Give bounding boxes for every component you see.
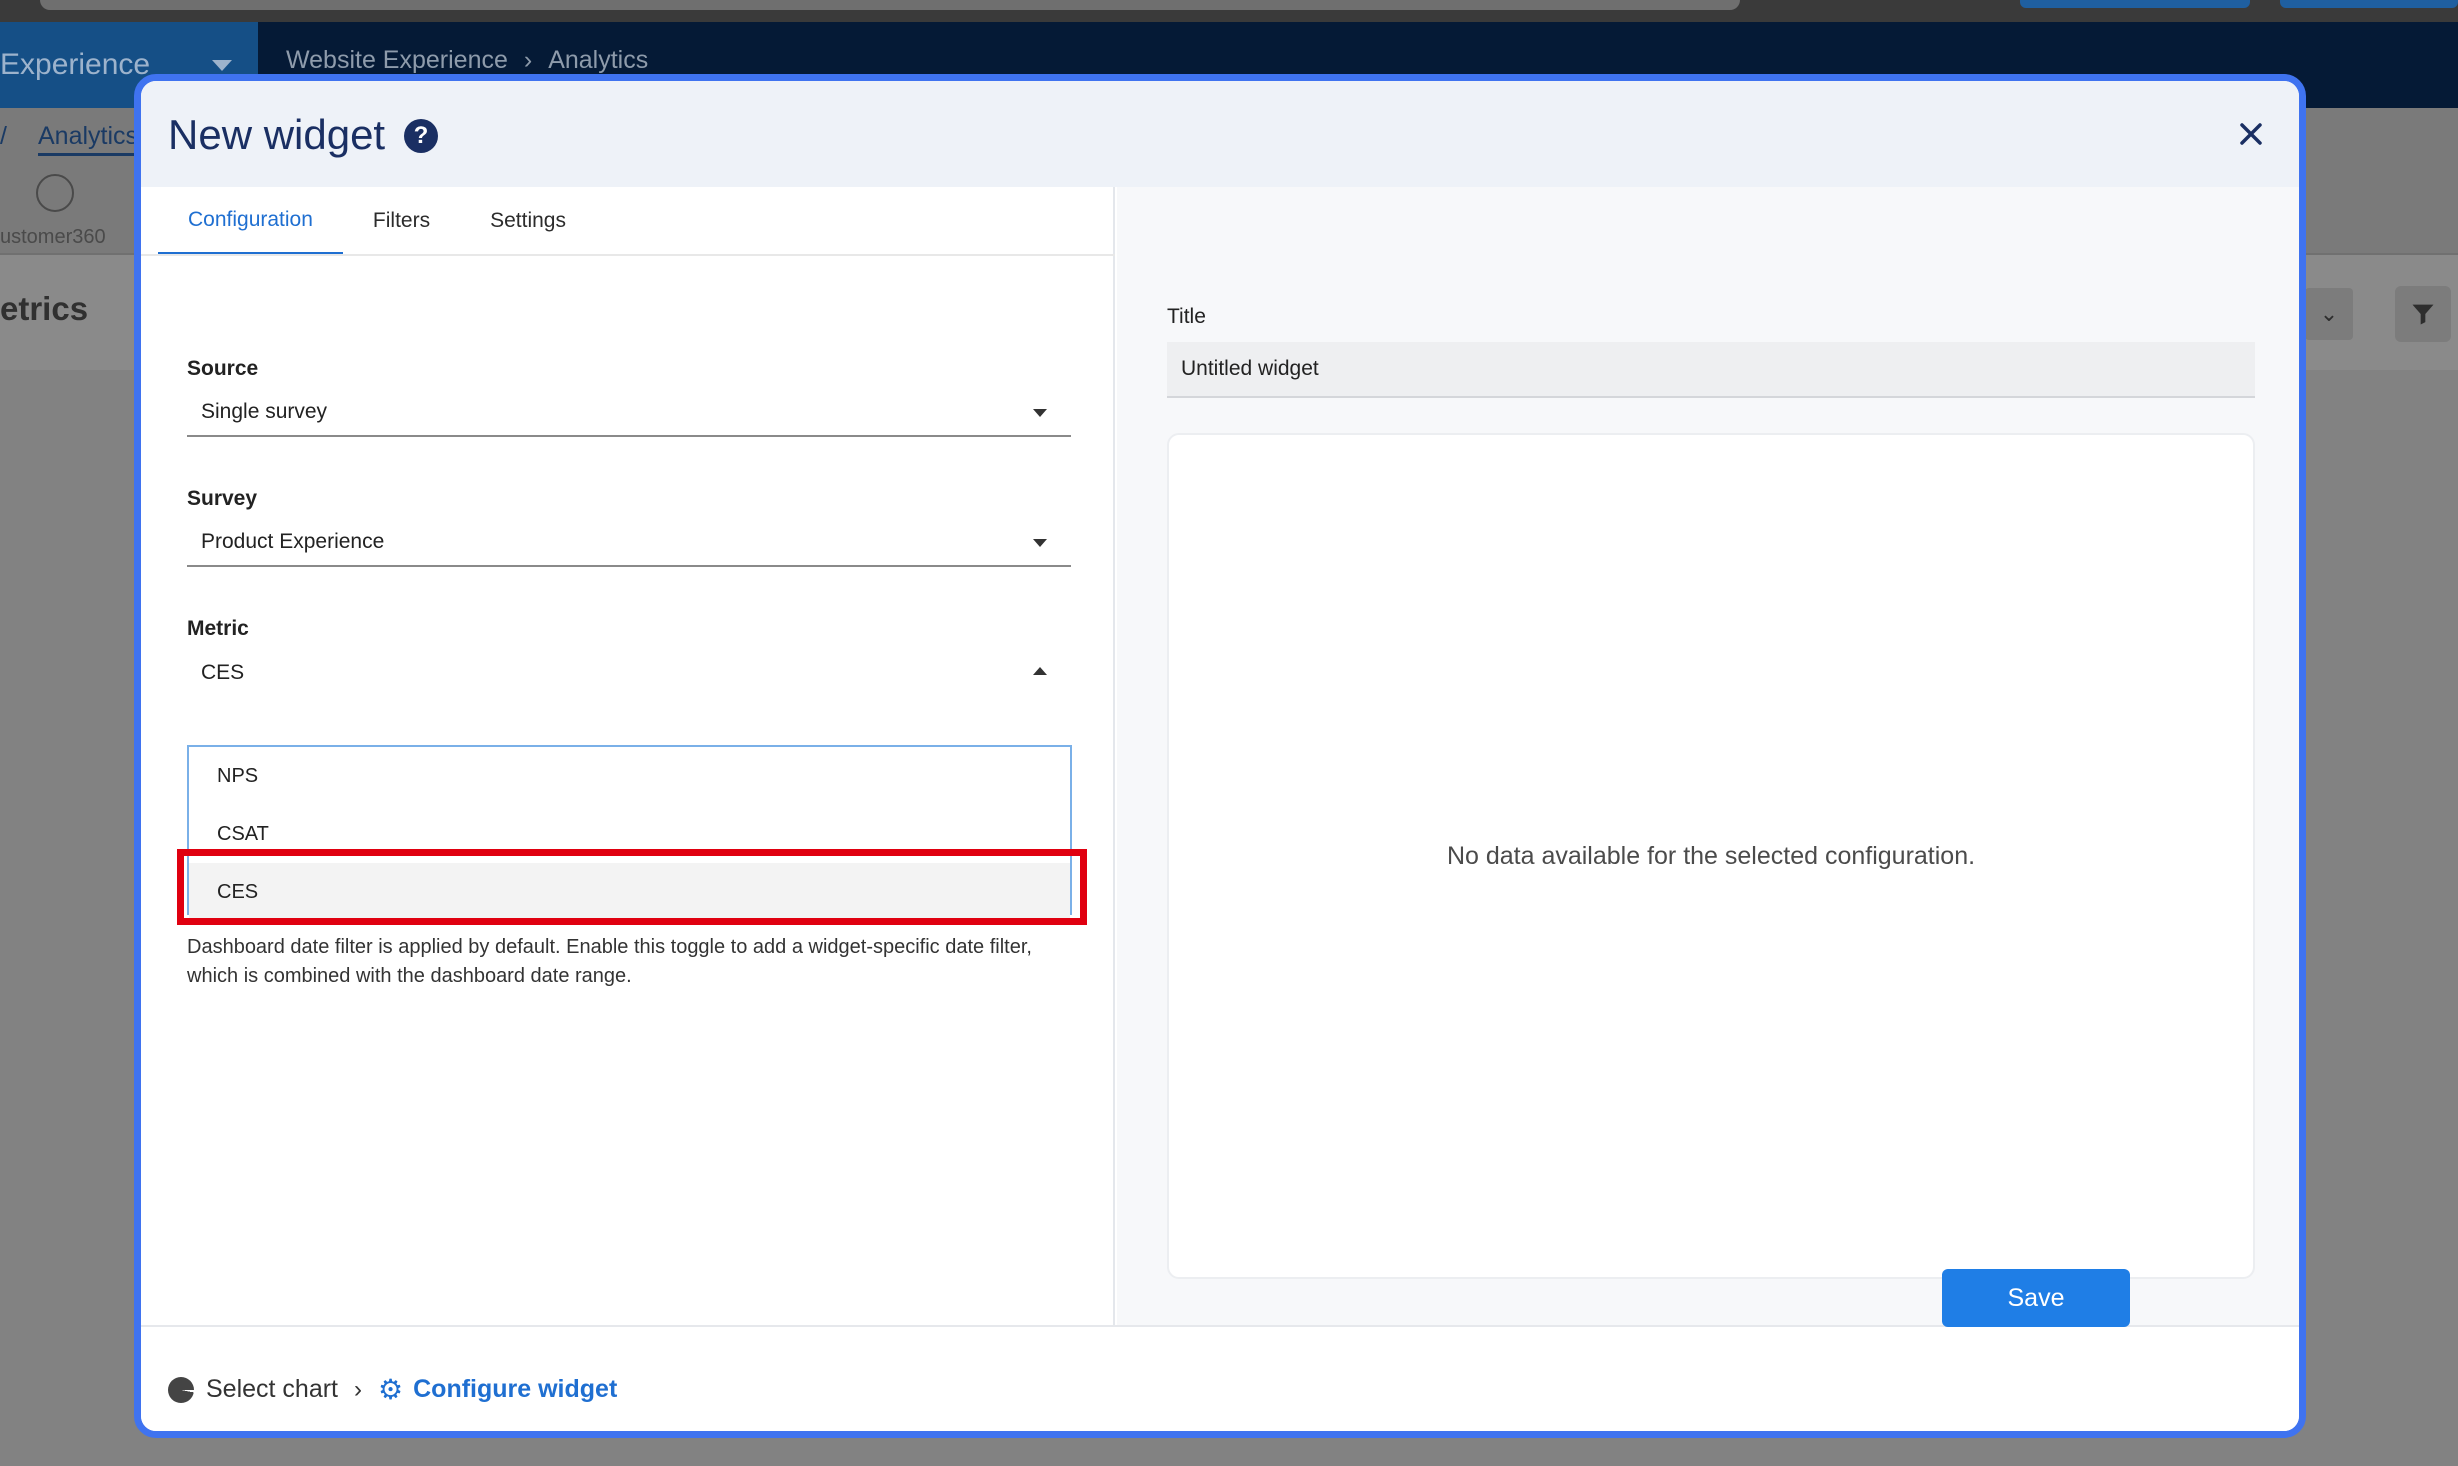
metric-value: CES (201, 661, 245, 684)
gear-icon: ⚙ (378, 1373, 404, 1405)
title-label: Title (1167, 305, 1206, 328)
chevron-right-icon: › (354, 1375, 363, 1403)
customer360-icon (36, 174, 74, 212)
caret-down-icon (1033, 409, 1047, 417)
page-heading: etrics (0, 290, 89, 327)
survey-select[interactable]: Product Experience (187, 519, 1071, 567)
chevron-right-icon: › (523, 46, 533, 74)
filter-icon (2395, 286, 2451, 342)
configuration-pane: Configuration Filters Settings Source Si… (141, 187, 1115, 1325)
source-value: Single survey (201, 400, 328, 423)
divider (141, 254, 1115, 256)
tab-bar: Configuration Filters Settings (158, 187, 596, 255)
title-input[interactable]: Untitled widget (1167, 342, 2255, 398)
customer360-label: ustomer360 (0, 226, 106, 248)
source-label: Source (187, 357, 259, 380)
tab-settings[interactable]: Settings (460, 187, 596, 255)
step-select-chart[interactable]: Select chart (206, 1375, 338, 1404)
tab-filters[interactable]: Filters (343, 187, 460, 255)
modal-footer: Select chart › ⚙ Configure widget (141, 1325, 2299, 1431)
breadcrumb-item: Website Experience (286, 46, 508, 74)
metric-select[interactable]: CES (187, 649, 1071, 697)
survey-value: Product Experience (201, 530, 385, 553)
highlight-annotation (177, 849, 1087, 925)
modal-header: New widget ? (141, 81, 2299, 187)
source-select[interactable]: Single survey (187, 389, 1071, 437)
caret-up-icon (1033, 667, 1047, 675)
caret-down-icon (1033, 539, 1047, 547)
help-icon[interactable]: ? (404, 119, 438, 153)
date-filter-help-text: Dashboard date filter is applied by defa… (187, 936, 1032, 987)
close-icon[interactable] (2231, 114, 2271, 154)
preview-pane: Title Untitled widget No data available … (1117, 187, 2299, 1325)
top-button (2280, 0, 2458, 8)
empty-state-message: No data available for the selected confi… (1446, 841, 1976, 870)
tab-configuration[interactable]: Configuration (158, 187, 343, 255)
metric-option-nps[interactable]: NPS (189, 747, 1070, 805)
modal-title: New widget (168, 111, 386, 158)
metric-label: Metric (187, 617, 249, 640)
wizard-steps: Select chart › ⚙ Configure widget (168, 1375, 617, 1404)
app-switcher-label: Experience (0, 48, 151, 81)
survey-label: Survey (187, 487, 258, 510)
chevron-down-icon (212, 60, 232, 71)
step-configure-widget[interactable]: Configure widget (413, 1375, 617, 1404)
pie-chart-icon (168, 1376, 194, 1403)
new-widget-modal: New widget ? Configuration Filters Setti… (134, 74, 2306, 1438)
address-bar (40, 0, 1740, 10)
subnav-prefix: / (0, 122, 7, 150)
widget-preview: No data available for the selected confi… (1167, 433, 2255, 1279)
breadcrumb-item: Analytics (548, 46, 649, 74)
breadcrumb: Website Experience › Analytics (286, 46, 648, 75)
chevron-down-icon: ⌄ (2305, 288, 2353, 340)
top-button (2020, 0, 2250, 8)
save-button[interactable]: Save (1942, 1269, 2130, 1327)
browser-top-strip (0, 0, 2458, 22)
tab-analytics: Analytics (38, 122, 139, 156)
